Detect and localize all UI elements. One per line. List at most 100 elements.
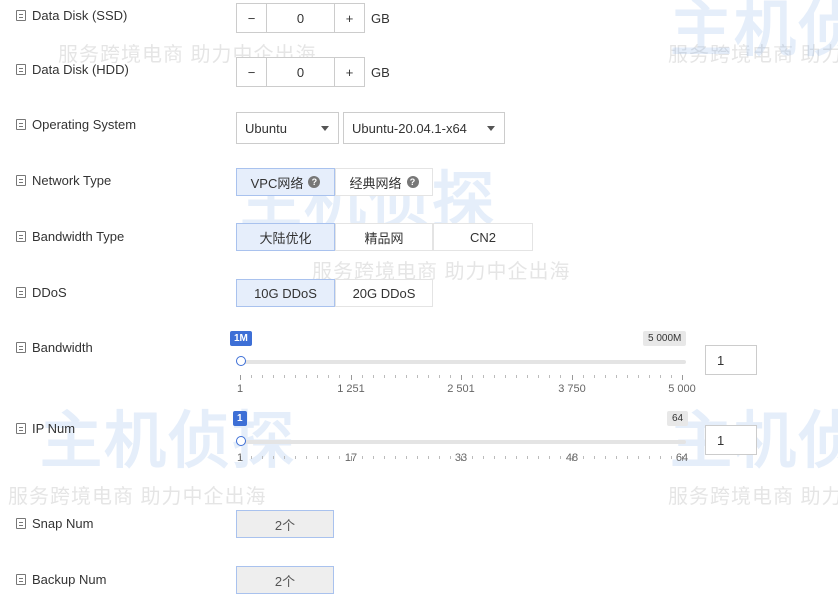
bandwidth-type-options: 大陆优化 精品网 CN2 [236, 223, 533, 251]
slider-tick [428, 375, 429, 378]
option-label: 经典网络 [349, 175, 402, 191]
slider-tick [560, 456, 561, 459]
slider-tick [505, 375, 506, 378]
slider-tick [450, 375, 451, 378]
bandwidth-type-option-cn2[interactable]: CN2 [433, 223, 533, 251]
network-type-label: Network Type [32, 173, 112, 188]
slider-tick [660, 375, 661, 378]
snap-num-label: Snap Num [32, 516, 94, 531]
question-circle-icon[interactable]: ? [308, 176, 321, 188]
increment-button[interactable]: + [334, 4, 364, 32]
document-icon [16, 231, 26, 242]
slider-tick [317, 375, 318, 378]
slider-tick [671, 456, 672, 459]
slider-tick [284, 375, 285, 378]
slider-tick [627, 456, 628, 459]
slider-tick [339, 375, 340, 378]
slider-tick [373, 375, 374, 378]
watermark-slogan: 服务跨境电商 助力中企出海 [668, 486, 838, 508]
caret-down-icon [321, 126, 329, 131]
network-type-option-classic[interactable]: 经典网络 ? [335, 168, 433, 196]
slider-tick [682, 375, 683, 380]
bandwidth-min-badge: 1M [230, 331, 252, 346]
slider-tick [594, 375, 595, 378]
ip-num-slider-handle[interactable] [236, 436, 246, 446]
os-version-select[interactable]: Ubuntu-20.04.1-x64 [343, 112, 505, 144]
slider-tick [339, 456, 340, 459]
data-disk-ssd-unit: GB [371, 11, 390, 26]
data-disk-hdd-label-row: Data Disk (HDD) [16, 62, 129, 77]
slider-tick [538, 456, 539, 459]
network-type-option-vpc[interactable]: VPC网络 ? [236, 168, 335, 196]
slider-tick [428, 456, 429, 459]
ddos-options: 10G DDoS 20G DDoS [236, 279, 433, 307]
slider-tick [472, 456, 473, 459]
slider-tick [262, 375, 263, 378]
slider-tick [627, 375, 628, 378]
slider-tick [549, 456, 550, 459]
slider-tick [306, 456, 307, 459]
data-disk-hdd-label: Data Disk (HDD) [32, 62, 129, 77]
slider-tick [406, 456, 407, 459]
slider-tick [251, 456, 252, 459]
decrement-button[interactable]: − [237, 58, 267, 86]
bandwidth-type-option-premium[interactable]: 精品网 [335, 223, 433, 251]
watermark-brand: 主机侦探 [40, 407, 297, 476]
bandwidth-input[interactable]: 1 [705, 345, 757, 375]
bandwidth-type-option-mainland[interactable]: 大陆优化 [236, 223, 335, 251]
data-disk-ssd-label: Data Disk (SSD) [32, 8, 128, 23]
bandwidth-tick-label: 1 251 [337, 383, 365, 395]
slider-tick [328, 456, 329, 459]
slider-tick [527, 456, 528, 459]
data-disk-hdd-input[interactable]: 0 [267, 58, 334, 86]
slider-tick [671, 375, 672, 378]
slider-tick [461, 375, 462, 380]
ddos-option-10g[interactable]: 10G DDoS [236, 279, 335, 307]
slider-tick [384, 375, 385, 378]
slider-tick [494, 456, 495, 459]
slider-tick [406, 375, 407, 378]
ip-num-max-badge: 64 [667, 411, 689, 426]
watermark-brand: 主机侦探 [670, 0, 838, 64]
document-icon [16, 10, 26, 21]
bandwidth-max-badge: 5 000M [643, 331, 687, 346]
slider-tick [505, 456, 506, 459]
document-icon [16, 574, 26, 585]
slider-tick [417, 456, 418, 459]
bandwidth-slider-track[interactable] [240, 360, 686, 364]
slider-tick [351, 375, 352, 380]
slider-tick [616, 456, 617, 459]
slider-tick [583, 456, 584, 459]
ip-num-input[interactable]: 1 [705, 425, 757, 455]
slider-tick [527, 375, 528, 378]
data-disk-hdd-unit: GB [371, 65, 390, 80]
ip-num-tick-label: 64 [675, 452, 689, 464]
increment-button[interactable]: + [334, 58, 364, 86]
ip-num-slider-track[interactable] [240, 440, 686, 444]
slider-tick [549, 375, 550, 378]
slider-tick [395, 456, 396, 459]
decrement-button[interactable]: − [237, 4, 267, 32]
slider-tick [560, 375, 561, 378]
slider-tick [583, 375, 584, 378]
document-icon [16, 423, 26, 434]
document-icon [16, 175, 26, 186]
document-icon [16, 64, 26, 75]
data-disk-ssd-input[interactable]: 0 [267, 4, 334, 32]
slider-tick [251, 375, 252, 378]
ddos-option-20g[interactable]: 20G DDoS [335, 279, 433, 307]
slider-tick [450, 456, 451, 459]
slider-tick [616, 375, 617, 378]
slider-tick [439, 456, 440, 459]
question-circle-icon[interactable]: ? [406, 176, 419, 188]
caret-down-icon [487, 126, 495, 131]
slider-tick [328, 375, 329, 378]
option-label: VPC网络 [250, 175, 304, 191]
slider-tick [317, 456, 318, 459]
slider-tick [494, 375, 495, 378]
slider-tick [483, 375, 484, 378]
os-family-select[interactable]: Ubuntu [236, 112, 339, 144]
bandwidth-slider-handle[interactable] [236, 356, 246, 366]
slider-tick [638, 375, 639, 378]
network-type-options: VPC网络 ? 经典网络 ? [236, 168, 433, 196]
